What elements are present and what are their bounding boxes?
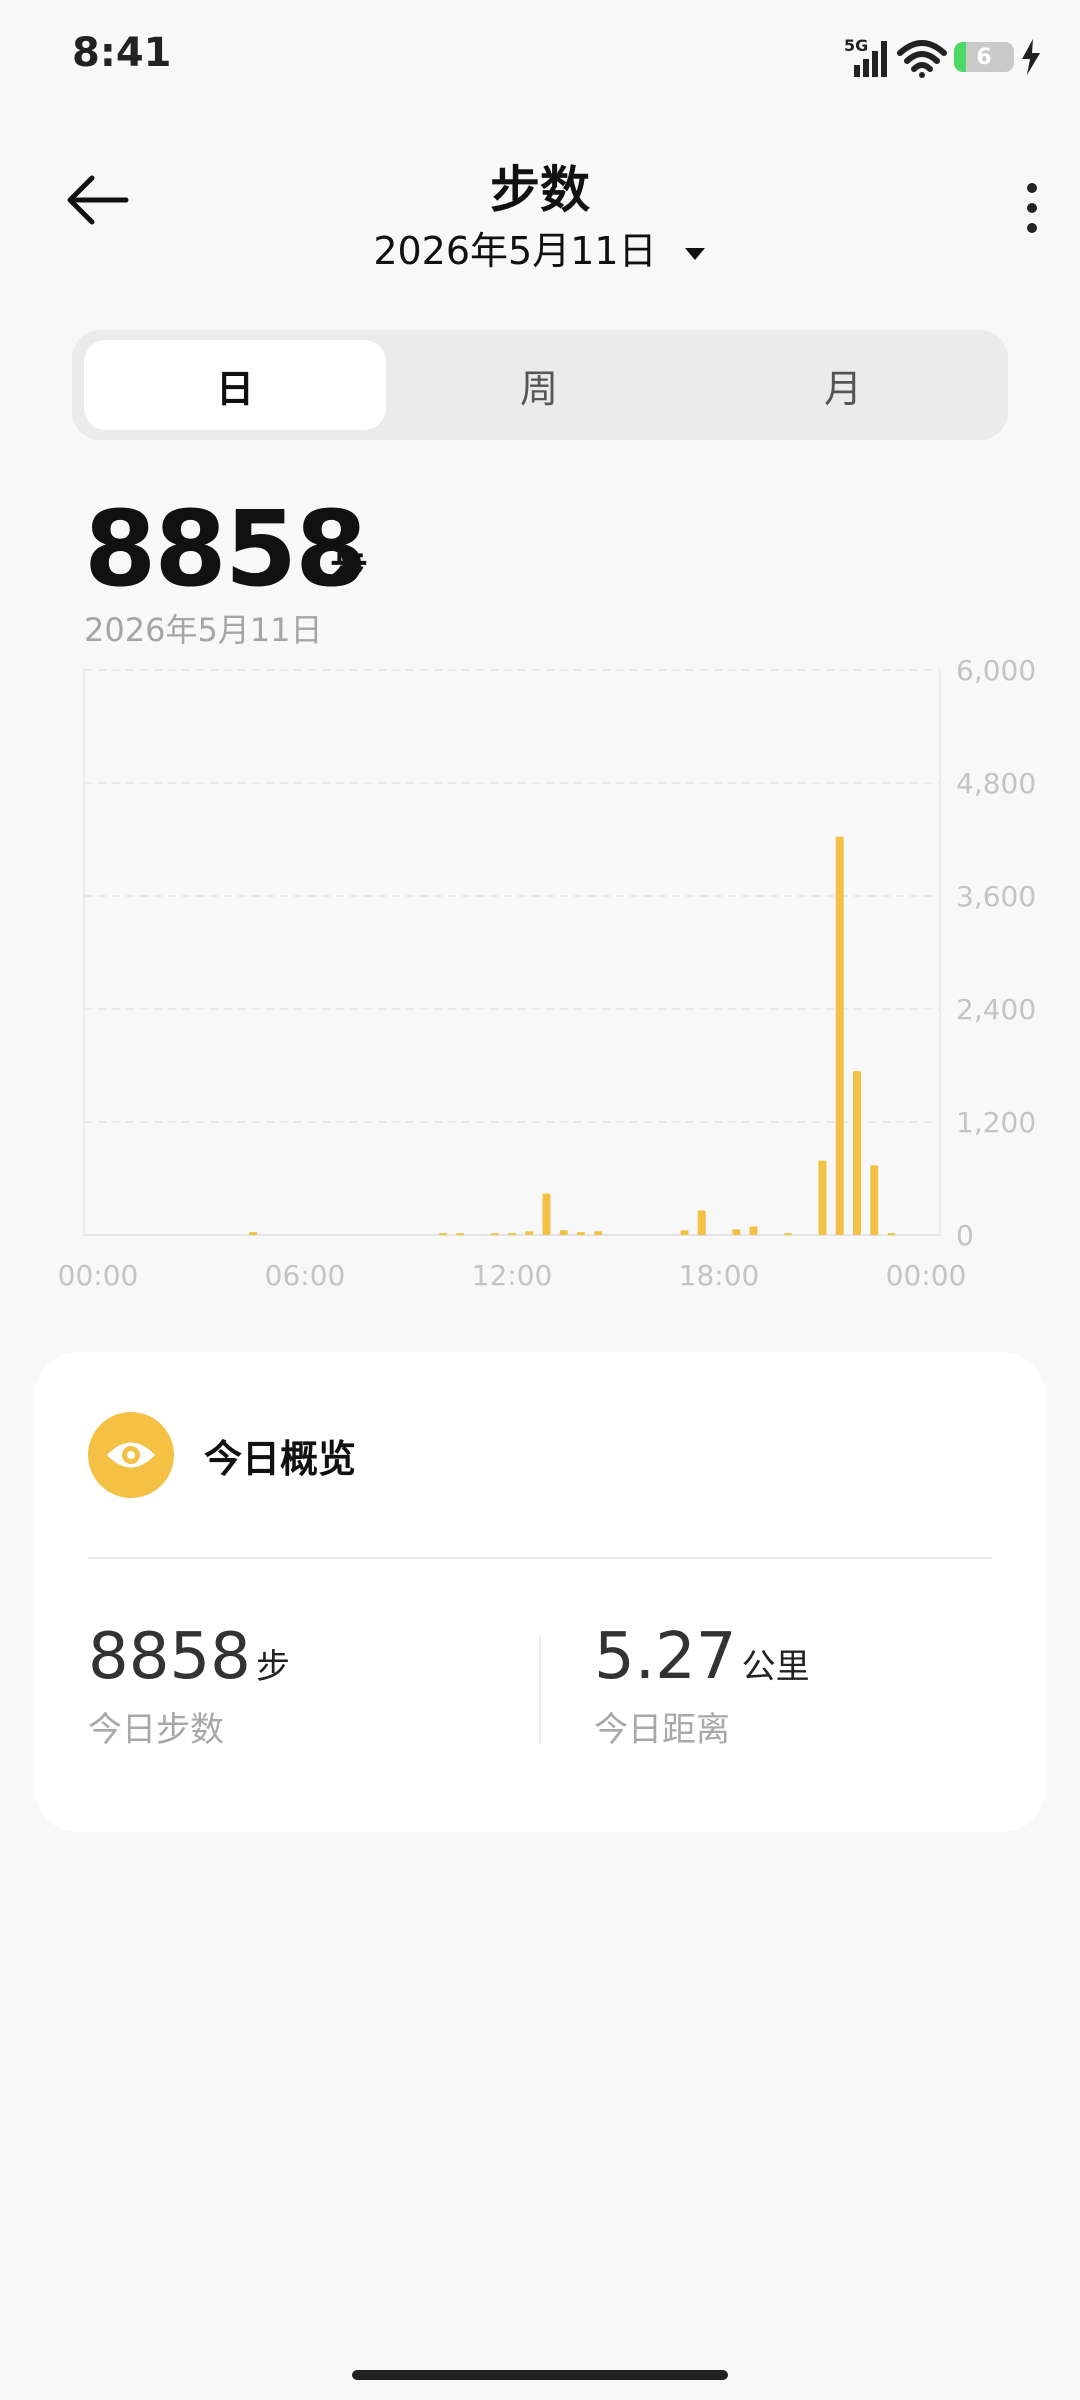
steps-stat-unit: 步 xyxy=(255,1647,290,1687)
y-tick-label: 0 xyxy=(956,1219,974,1252)
step-bar xyxy=(577,1232,585,1235)
distance-stat-label: 今日距离 xyxy=(594,1710,730,1750)
y-tick-label: 6,000 xyxy=(956,654,1036,687)
step-bar xyxy=(456,1233,465,1236)
step-bar xyxy=(887,1233,896,1236)
distance-stat-unit: 公里 xyxy=(741,1647,810,1687)
step-bar xyxy=(508,1233,516,1236)
steps-stat: 8858 步 xyxy=(88,1620,290,1694)
step-bar xyxy=(818,1160,827,1235)
stat-divider xyxy=(539,1636,541,1744)
y-tick-label: 3,600 xyxy=(956,880,1036,913)
overview-badge xyxy=(88,1412,174,1498)
step-bar xyxy=(490,1233,499,1236)
step-bar xyxy=(439,1233,447,1236)
x-tick-label: 00:00 xyxy=(886,1259,967,1292)
divider xyxy=(88,1557,992,1559)
y-tick-label: 2,400 xyxy=(956,993,1036,1026)
step-bar xyxy=(680,1230,689,1235)
step-bar xyxy=(559,1230,568,1235)
step-bar xyxy=(525,1231,534,1235)
overview-card xyxy=(34,1352,1046,1832)
steps-stat-value: 8858 xyxy=(88,1620,251,1694)
step-bar xyxy=(784,1233,792,1236)
x-tick-label: 06:00 xyxy=(265,1259,346,1292)
overview-title: 今日概览 xyxy=(204,1437,357,1481)
step-bar xyxy=(542,1193,551,1235)
steps-stat-label: 今日步数 xyxy=(88,1710,224,1750)
x-tick-label: 00:00 xyxy=(58,1259,139,1292)
step-bar xyxy=(870,1165,879,1235)
step-bar xyxy=(853,1071,861,1235)
step-bar xyxy=(594,1231,603,1235)
x-tick-label: 18:00 xyxy=(679,1259,760,1292)
y-tick-label: 4,800 xyxy=(956,767,1036,800)
y-tick-label: 1,200 xyxy=(956,1106,1036,1139)
step-bar xyxy=(697,1210,706,1235)
step-bar xyxy=(835,836,844,1235)
step-bar xyxy=(249,1232,258,1235)
home-indicator[interactable] xyxy=(352,2370,728,2380)
eye-icon xyxy=(107,1442,155,1468)
steps-bar-chart: 6,000 4,800 3,600 2,400 1,200 0 00:00 06:00 12:0… xyxy=(58,654,1037,1292)
distance-stat-value: 5.27 xyxy=(594,1620,737,1694)
distance-stat: 5.27 公里 xyxy=(594,1620,810,1694)
step-bar xyxy=(732,1229,741,1235)
x-tick-label: 12:00 xyxy=(472,1259,553,1292)
step-bar xyxy=(749,1226,758,1235)
